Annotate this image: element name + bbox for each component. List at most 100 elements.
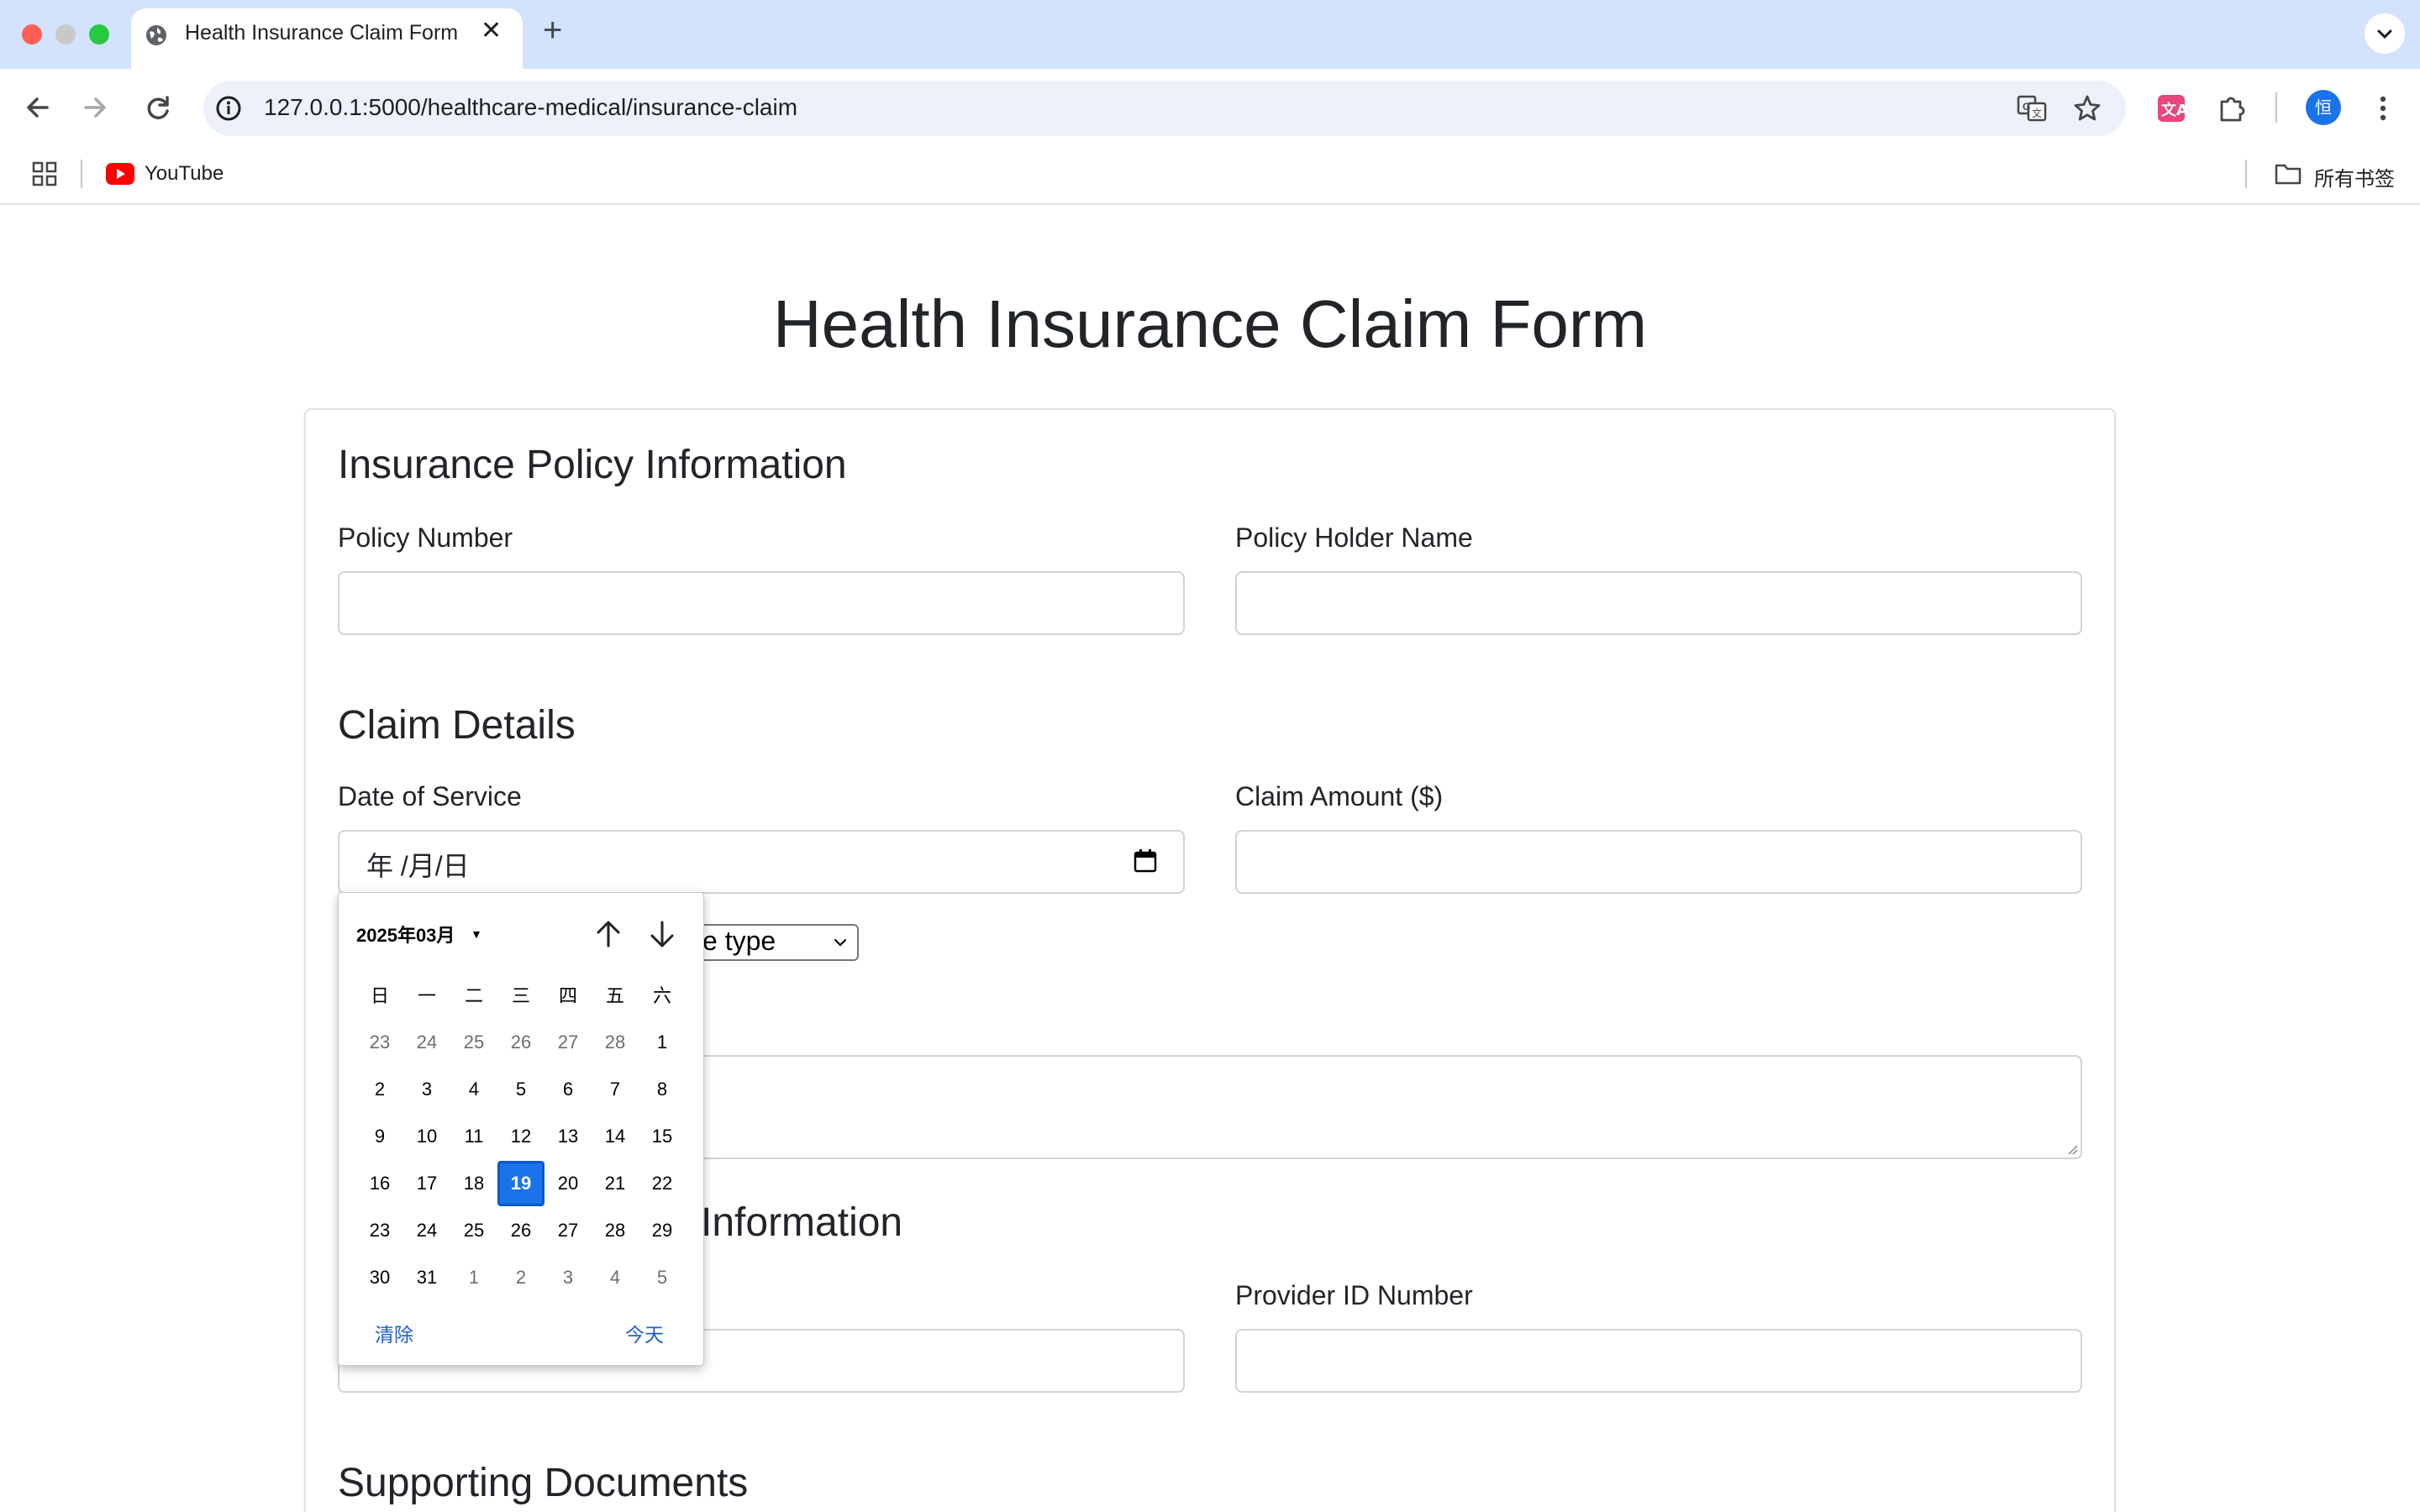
apps-grid-icon[interactable] xyxy=(27,156,64,193)
window-zoom-button[interactable] xyxy=(89,24,109,45)
section-claim-heading: Claim Details xyxy=(338,703,576,748)
date-picker-day[interactable]: 22 xyxy=(639,1161,686,1206)
profile-avatar[interactable]: 恒 xyxy=(2306,90,2341,125)
date-picker-day[interactable]: 20 xyxy=(544,1161,592,1206)
date-picker-day[interactable]: 29 xyxy=(639,1208,686,1253)
forward-arrow-icon[interactable] xyxy=(76,87,116,128)
date-picker-day[interactable]: 21 xyxy=(592,1161,639,1206)
section-policy-heading: Insurance Policy Information xyxy=(338,443,847,487)
date-of-service-label: Date of Service xyxy=(338,781,522,811)
section-documents-heading: Supporting Documents xyxy=(338,1461,749,1505)
date-picker-day[interactable]: 19 xyxy=(497,1161,544,1206)
date-picker-month-select[interactable]: 2025年03月 xyxy=(356,921,455,948)
url-text[interactable]: 127.0.0.1:5000/healthcare-medical/insura… xyxy=(264,94,797,121)
date-picker-day[interactable]: 18 xyxy=(450,1161,497,1206)
date-picker-day[interactable]: 24 xyxy=(403,1208,450,1253)
date-picker-day[interactable]: 28 xyxy=(592,1208,639,1253)
provider-id-label: Provider ID Number xyxy=(1235,1280,1473,1310)
weekday-header: 六 xyxy=(652,986,671,1007)
date-picker-day[interactable]: 10 xyxy=(403,1114,450,1159)
more-menu-icon[interactable] xyxy=(2365,90,2402,127)
date-picker-day[interactable]: 17 xyxy=(403,1161,450,1206)
bookmark-star-icon[interactable] xyxy=(2069,90,2106,127)
service-type-select-text: e type xyxy=(702,926,776,956)
date-picker-day[interactable]: 23 xyxy=(356,1020,403,1065)
arrow-up-icon[interactable] xyxy=(592,917,625,951)
date-picker-day[interactable]: 31 xyxy=(403,1255,450,1300)
claim-amount-input[interactable] xyxy=(1235,830,2082,894)
site-info-icon[interactable] xyxy=(210,90,247,127)
date-picker-day[interactable]: 5 xyxy=(497,1067,544,1112)
youtube-icon xyxy=(106,163,134,185)
tab-title: Health Insurance Claim Form xyxy=(185,21,459,45)
date-picker-day[interactable]: 28 xyxy=(592,1020,639,1065)
select-chevron-icon xyxy=(834,938,847,947)
page-title: Health Insurance Claim Form xyxy=(772,286,1648,361)
tab-search-button[interactable] xyxy=(2365,13,2405,54)
svg-text:文: 文 xyxy=(2032,107,2042,119)
date-picker-day[interactable]: 26 xyxy=(497,1020,544,1065)
date-picker-day[interactable]: 25 xyxy=(450,1020,497,1065)
date-picker-day[interactable]: 3 xyxy=(544,1255,592,1300)
toolbar-divider xyxy=(2275,92,2277,123)
policy-holder-label: Policy Holder Name xyxy=(1235,522,1473,553)
chevron-down-icon xyxy=(2377,29,2392,39)
date-picker-today-button[interactable]: 今天 xyxy=(625,1319,664,1347)
date-picker-day[interactable]: 26 xyxy=(497,1208,544,1253)
resize-handle-icon[interactable] xyxy=(2065,1142,2079,1156)
date-picker-day[interactable]: 4 xyxy=(450,1067,497,1112)
bookmark-all-folder[interactable]: 所有书签 xyxy=(2314,162,2395,192)
back-arrow-icon[interactable] xyxy=(17,87,57,128)
calendar-icon[interactable] xyxy=(1131,847,1160,875)
date-picker-day[interactable]: 9 xyxy=(356,1114,403,1159)
date-picker-day[interactable]: 1 xyxy=(639,1020,686,1065)
date-picker-day[interactable]: 16 xyxy=(356,1161,403,1206)
new-tab-button[interactable]: + xyxy=(543,13,562,47)
translate-icon[interactable]: G 文 xyxy=(2013,90,2050,127)
date-picker-day[interactable]: 3 xyxy=(403,1067,450,1112)
policy-holder-input[interactable] xyxy=(1235,571,2082,635)
date-picker-day[interactable]: 11 xyxy=(450,1114,497,1159)
weekday-header: 一 xyxy=(417,986,436,1007)
date-of-service-value: 年 /月/日 xyxy=(366,851,470,881)
date-picker-day[interactable]: 15 xyxy=(639,1114,686,1159)
date-picker-day[interactable]: 24 xyxy=(403,1020,450,1065)
svg-text:G: G xyxy=(2023,101,2030,113)
window-minimize-button[interactable] xyxy=(55,24,76,45)
date-picker-day[interactable]: 5 xyxy=(639,1255,686,1300)
date-picker-day[interactable]: 12 xyxy=(497,1114,544,1159)
date-picker-day[interactable]: 8 xyxy=(639,1067,686,1112)
weekday-header: 日 xyxy=(370,986,389,1007)
provider-id-input[interactable] xyxy=(1235,1329,2082,1393)
window-close-button[interactable] xyxy=(22,24,42,45)
date-picker-day[interactable]: 27 xyxy=(544,1020,592,1065)
date-picker-day[interactable]: 4 xyxy=(592,1255,639,1300)
date-picker-day[interactable]: 13 xyxy=(544,1114,592,1159)
date-picker-day[interactable]: 14 xyxy=(592,1114,639,1159)
date-picker-day[interactable]: 7 xyxy=(592,1067,639,1112)
date-picker-day[interactable]: 2 xyxy=(497,1255,544,1300)
caret-down-icon[interactable]: ▼ xyxy=(471,927,482,941)
tab-close-icon[interactable]: ✕ xyxy=(481,18,502,44)
date-picker-day[interactable]: 25 xyxy=(450,1208,497,1253)
folder-icon xyxy=(2275,164,2302,185)
date-picker-clear-button[interactable]: 清除 xyxy=(375,1319,413,1347)
date-picker-day[interactable]: 2 xyxy=(356,1067,403,1112)
date-picker-day[interactable]: 30 xyxy=(356,1255,403,1300)
weekday-header: 三 xyxy=(511,986,530,1007)
bookmarks-bar xyxy=(0,146,2420,205)
svg-text:文A: 文A xyxy=(2161,101,2188,119)
bookmarks-divider xyxy=(81,160,82,188)
policy-number-input[interactable] xyxy=(338,571,1185,635)
date-picker-day[interactable]: 23 xyxy=(356,1208,403,1253)
date-picker-day[interactable]: 1 xyxy=(450,1255,497,1300)
weekday-header: 二 xyxy=(464,986,483,1007)
translator-extension-icon[interactable]: 文A xyxy=(2153,90,2190,127)
date-picker-day[interactable]: 27 xyxy=(544,1208,592,1253)
date-picker-day[interactable]: 6 xyxy=(544,1067,592,1112)
reload-icon[interactable] xyxy=(138,87,178,128)
bookmarks-divider-right xyxy=(2245,160,2247,188)
arrow-down-icon[interactable] xyxy=(645,917,679,951)
bookmark-youtube[interactable]: YouTube xyxy=(145,162,224,186)
extensions-puzzle-icon[interactable] xyxy=(2213,90,2250,127)
